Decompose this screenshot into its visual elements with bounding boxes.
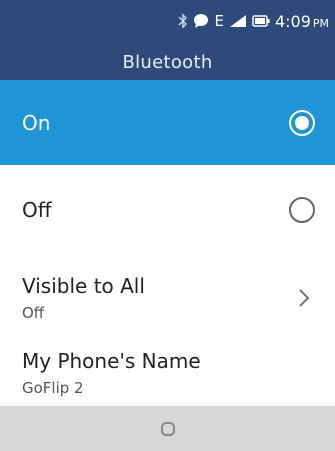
- page-title: Bluetooth: [122, 52, 213, 73]
- clock: 4:09 PM: [275, 12, 329, 31]
- battery-icon: [252, 15, 270, 27]
- option-off-label: Off: [22, 198, 52, 222]
- chevron-right-icon: [299, 288, 310, 307]
- radio-selected-icon[interactable]: [289, 109, 315, 136]
- radio-unselected-icon[interactable]: [289, 197, 315, 223]
- visible-to-all-text: Visible to All Off: [22, 274, 145, 322]
- phone-name-value: GoFlip 2: [22, 379, 84, 397]
- phone-name-label: My Phone's Name: [22, 349, 201, 373]
- bluetooth-icon: [178, 13, 188, 29]
- phone-name-item[interactable]: My Phone's Name GoFlip 2: [0, 340, 335, 406]
- app-header: E 4:09 PM Bluetooth: [0, 0, 335, 80]
- option-off[interactable]: Off: [0, 165, 335, 255]
- clock-ampm: PM: [312, 16, 329, 30]
- center-softkey-icon[interactable]: [160, 421, 175, 436]
- radio-dot: [295, 115, 309, 130]
- clock-time: 4:09: [274, 11, 311, 31]
- visible-to-all-value: Off: [22, 303, 45, 322]
- status-bar: E 4:09 PM: [178, 10, 329, 32]
- softkey-bar: [0, 406, 335, 451]
- option-on-label: On: [22, 110, 51, 135]
- visible-to-all-item[interactable]: Visible to All Off: [0, 255, 335, 340]
- signal-icon: [229, 14, 247, 28]
- message-icon: [193, 13, 209, 29]
- option-on[interactable]: On: [0, 80, 335, 165]
- network-e-icon: E: [214, 12, 224, 30]
- visible-to-all-label: Visible to All: [22, 273, 145, 298]
